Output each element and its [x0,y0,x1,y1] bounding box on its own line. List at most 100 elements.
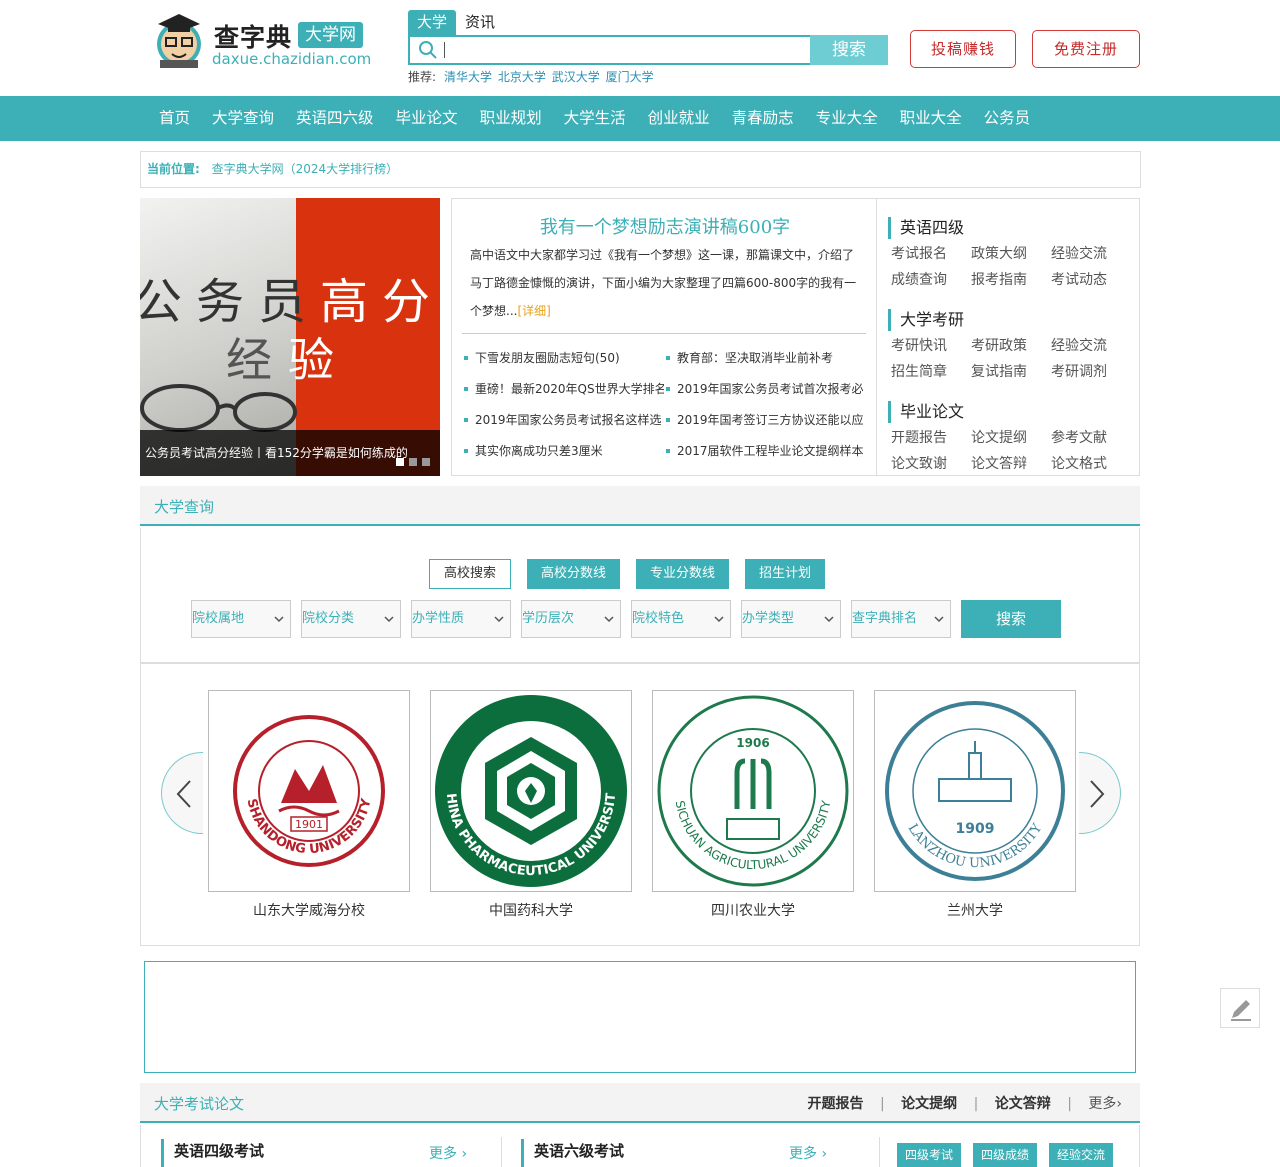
news-item[interactable]: 重磅！最新2020年QS世界大学排名 [464,378,664,409]
site-logo[interactable]: 查字典 大学网 daxue.chazidian.com [152,8,382,72]
university-card[interactable]: 1906 SICHUAN AGRICULTURAL UNIVERSITY 四川农… [652,690,854,920]
main-nav: 首页 大学查询 英语四六级 毕业论文 职业规划 大学生活 创业就业 青春励志 专… [0,96,1280,141]
featured-desc: 高中语文中大家都学习过《我有一个梦想》这一课，那篇课文中，介绍了马丁路德金慷慨的… [470,248,857,318]
submit-article-button[interactable]: 投稿赚钱 [910,30,1016,68]
featured-title[interactable]: 我有一个梦想励志演讲稿600字 [452,213,878,239]
side-link[interactable]: 报考指南 [968,267,1048,293]
university-card[interactable]: CHINA PHARMACEUTICAL UNIVERSITY 中国药科大学 [430,690,632,920]
nav-item-cet[interactable]: 英语四六级 [285,96,385,141]
news-item[interactable]: 2019年国考签订三方协议还能以应 [666,409,866,440]
side-link[interactable]: 论文格式 [1048,451,1128,477]
side-link[interactable]: 经验交流 [1048,241,1128,267]
side-link[interactable]: 政策大纲 [968,241,1048,267]
nav-item-civil-service[interactable]: 公务员 [973,96,1042,141]
slide-caption[interactable]: 公务员考试高分经验丨看152分学霸是如何练成的 [140,430,440,476]
university-name[interactable]: 兰州大学 [874,900,1076,920]
side-link[interactable]: 复试指南 [968,359,1048,385]
carousel-next-button[interactable] [1079,752,1121,834]
section-title: 大学查询 [154,498,215,516]
nav-item-campus-life[interactable]: 大学生活 [553,96,637,141]
slider-dots [396,458,435,466]
column-more-link[interactable]: 更多 › [429,1143,467,1163]
side-link[interactable]: 论文致谢 [888,451,968,477]
select-category[interactable]: 院校分类 [301,600,401,638]
university-name[interactable]: 中国药科大学 [430,900,632,920]
carousel-prev-button[interactable] [161,752,203,834]
slider-dot[interactable] [409,458,417,466]
recommend-link[interactable]: 北京大学 [498,70,546,84]
select-level[interactable]: 学历层次 [521,600,621,638]
news-item[interactable]: 下雪发朋友圈励志短句(50) [464,347,664,378]
select-ranking[interactable]: 查字典排名 [851,600,951,638]
nav-item-thesis[interactable]: 毕业论文 [385,96,469,141]
nav-item-university-query[interactable]: 大学查询 [201,96,285,141]
side-link[interactable]: 参考文献 [1048,425,1128,451]
select-nature[interactable]: 办学性质 [411,600,511,638]
news-item[interactable]: 2019年国家公务员考试报名这样选 [464,409,664,440]
featured-more-link[interactable]: [详细] [517,304,550,318]
side-link[interactable]: 考研快讯 [888,333,968,359]
nav-item-inspiration[interactable]: 青春励志 [721,96,805,141]
side-link[interactable]: 考研政策 [968,333,1048,359]
recommend-link[interactable]: 武汉大学 [552,70,600,84]
side-link[interactable]: 论文提纲 [968,425,1048,451]
image-slider[interactable]: 公务员高分 经验 公务员考试高分经验丨看152分学霸是如何练成的 [140,198,440,476]
university-name[interactable]: 山东大学威海分校 [208,900,410,920]
side-link[interactable]: 论文答辩 [968,451,1048,477]
floating-edit-button[interactable] [1220,988,1260,1028]
side-group-title[interactable]: 大学考研 [888,309,1138,331]
tab-enrollment-plan[interactable]: 招生计划 [745,559,826,589]
search-tab-news[interactable]: 资讯 [456,10,504,36]
side-group-title[interactable]: 英语四级 [888,217,1138,239]
select-location[interactable]: 院校属地 [191,600,291,638]
select-feature[interactable]: 院校特色 [631,600,731,638]
side-link[interactable]: 考研调剂 [1048,359,1128,385]
nav-item-careers[interactable]: 职业大全 [889,96,973,141]
pencil-icon [1231,1000,1251,1021]
slider-dot[interactable] [396,458,404,466]
chevron-left-icon [176,780,191,808]
section-more-link[interactable]: 更多› [1088,1096,1122,1112]
column-more-link[interactable]: 更多 › [789,1143,827,1163]
breadcrumb-link[interactable]: 查字典大学网（2024大学排行榜） [212,162,399,176]
university-card[interactable]: 1901 SHANDONG UNIVERSITY 山东大学威海分校 [208,690,410,920]
nav-item-home[interactable]: 首页 [148,96,201,141]
nav-item-employment[interactable]: 创业就业 [637,96,721,141]
side-link[interactable]: 成绩查询 [888,267,968,293]
slider-dot[interactable] [422,458,430,466]
search-input[interactable] [444,42,810,58]
tag-experience[interactable]: 经验交流 [1049,1143,1114,1167]
recommend-link[interactable]: 清华大学 [444,70,492,84]
tab-major-scores[interactable]: 专业分数线 [636,559,730,589]
side-link[interactable]: 招生简章 [888,359,968,385]
tab-school-scores[interactable]: 高校分数线 [527,559,621,589]
side-link[interactable]: 考试动态 [1048,267,1128,293]
search-button[interactable]: 搜索 [810,35,888,65]
university-card[interactable]: 1909 LANZHOU UNIVERSITY 兰州大学 [874,690,1076,920]
register-button[interactable]: 免费注册 [1032,30,1140,68]
side-link[interactable]: 经验交流 [1048,333,1128,359]
recommend-link[interactable]: 厦门大学 [606,70,654,84]
university-logo: 1901 SHANDONG UNIVERSITY [208,690,410,892]
section-link-outline[interactable]: 论文提纲 [901,1096,957,1112]
nav-item-majors[interactable]: 专业大全 [805,96,889,141]
search-icon [419,41,437,59]
news-item[interactable]: 其实你离成功只差3厘米 [464,440,664,471]
tab-school-search[interactable]: 高校搜索 [429,559,512,589]
nav-item-career-plan[interactable]: 职业规划 [469,96,553,141]
tag-cet4-score[interactable]: 四级成绩 [973,1143,1038,1167]
search-tab-university[interactable]: 大学 [408,10,457,36]
section-link-defense[interactable]: 论文答辩 [995,1096,1051,1112]
query-search-button[interactable]: 搜索 [961,600,1061,638]
university-name[interactable]: 四川农业大学 [652,900,854,920]
side-link[interactable]: 考试报名 [888,241,968,267]
news-item[interactable]: 教育部：坚决取消毕业前补考 [666,347,866,378]
section-link-proposal[interactable]: 开题报告 [808,1096,864,1112]
news-item[interactable]: 2019年国家公务员考试首次报考必 [666,378,866,409]
side-link[interactable]: 开题报告 [888,425,968,451]
divider [879,1137,880,1167]
news-item[interactable]: 2017届软件工程毕业论文提纲样本 [666,440,866,471]
select-type[interactable]: 办学类型 [741,600,841,638]
tag-cet4-exam[interactable]: 四级考试 [897,1143,962,1167]
side-group-title[interactable]: 毕业论文 [888,401,1138,423]
